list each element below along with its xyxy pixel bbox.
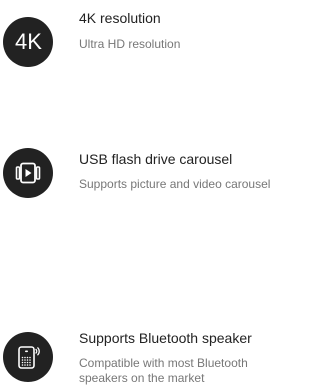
feature-description: Compatible with most Bluetooth speakers … [79, 356, 248, 385]
4k-icon: 4K [3, 17, 53, 67]
feature-description: Ultra HD resolution [79, 37, 181, 51]
feature-description: Supports picture and video carousel [79, 177, 271, 191]
play-carousel-svg [15, 162, 41, 184]
feature-title: Supports Bluetooth speaker [79, 330, 252, 346]
feature-title: USB flash drive carousel [79, 151, 233, 167]
feature-title: 4K resolution [79, 10, 161, 26]
4k-icon-text: 4K [15, 29, 42, 54]
play-carousel-icon [3, 148, 53, 198]
bluetooth-speaker-icon [3, 332, 53, 382]
speaker-svg [18, 346, 40, 369]
